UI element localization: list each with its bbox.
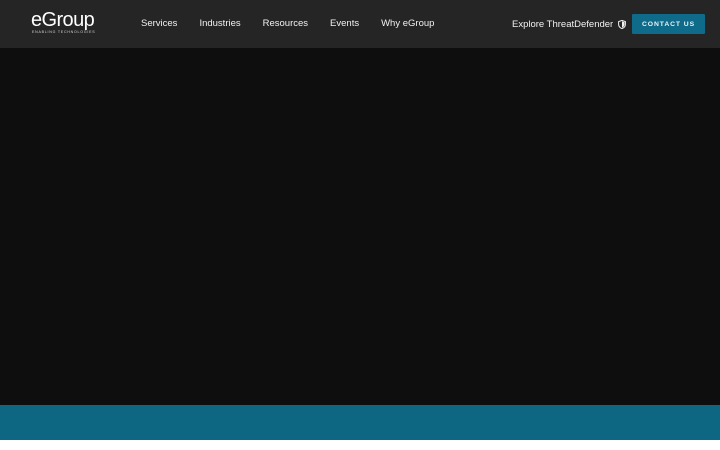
page: eGroup ENABLING TECHNOLOGIES Services In… <box>0 0 720 450</box>
contact-us-button[interactable]: CONTACT US <box>632 14 705 34</box>
hero-section <box>0 48 720 405</box>
explore-threatdefender-label: Explore ThreatDefender <box>512 18 614 30</box>
site-header: eGroup ENABLING TECHNOLOGIES Services In… <box>0 0 720 48</box>
content-area <box>0 440 720 450</box>
nav-item-events[interactable]: Events <box>330 18 359 30</box>
main-nav: Services Industries Resources Events Why… <box>141 0 456 48</box>
explore-threatdefender-link[interactable]: Explore ThreatDefender <box>512 0 627 48</box>
nav-item-resources[interactable]: Resources <box>263 18 308 30</box>
nav-item-why-egroup[interactable]: Why eGroup <box>381 18 434 30</box>
shield-icon <box>618 19 627 29</box>
logo-tagline: ENABLING TECHNOLOGIES <box>32 30 96 34</box>
egroup-logo[interactable]: eGroup ENABLING TECHNOLOGIES <box>31 9 97 37</box>
logo-wordmark: eGroup <box>31 9 95 31</box>
nav-item-services[interactable]: Services <box>141 18 177 30</box>
nav-item-industries[interactable]: Industries <box>199 18 240 30</box>
teal-banner <box>0 405 720 440</box>
